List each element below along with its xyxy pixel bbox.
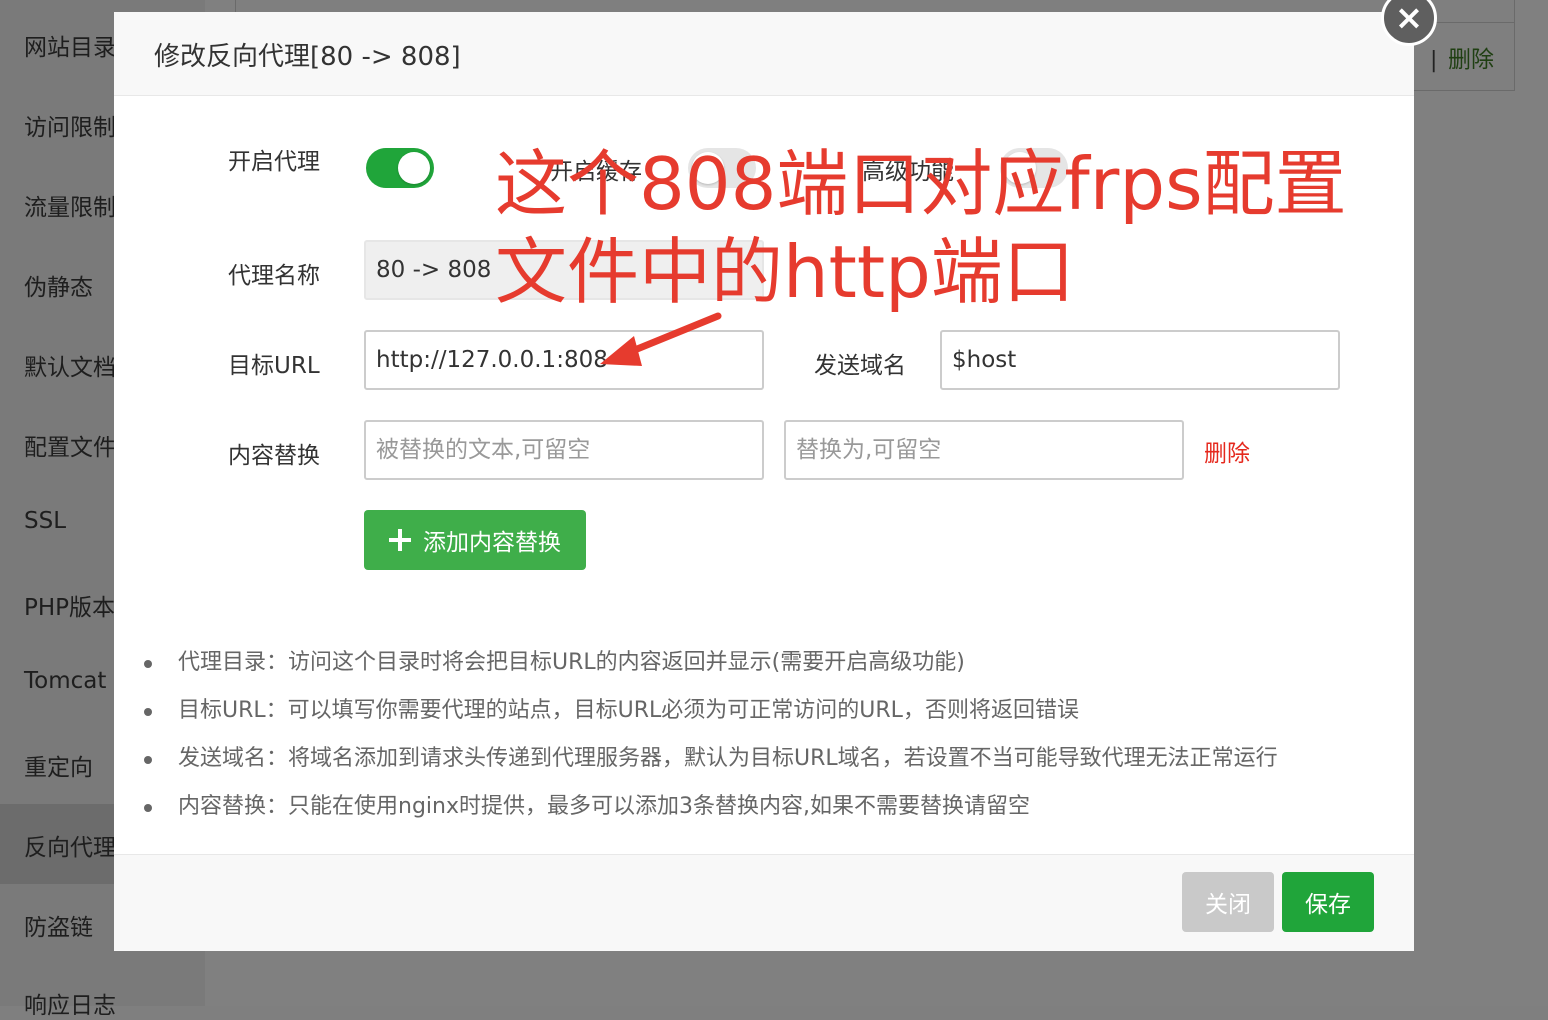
help-tips-list: 代理目录：访问这个目录时将会把目标URL的内容返回并显示(需要开启高级功能) 目… [144,647,1278,839]
modal-footer: 关闭 保存 [114,855,1414,951]
target-url-label: 目标URL [228,353,320,379]
sidebar-item-redirect[interactable]: 重定向 [24,748,93,782]
add-content-replace-label: 添加内容替换 [423,530,561,556]
sidebar-item-site-dir[interactable]: 网站目录 [24,28,116,62]
toggle-knob [398,152,430,184]
tip-text: 发送域名：将域名添加到请求头传递到代理服务器，默认为目标URL域名，若设置不当可… [178,746,1278,771]
sidebar-item-php-version[interactable]: PHP版本 [24,588,115,622]
sidebar-item-default-doc[interactable]: 默认文档 [24,348,116,382]
send-domain-input[interactable] [940,330,1340,390]
send-domain-label: 发送域名 [814,353,906,379]
proxy-name-label: 代理名称 [228,263,320,289]
annotation-line-2: 文件中的http端口 [495,230,1075,314]
close-button[interactable]: 关闭 [1182,872,1274,932]
bullet-dot [144,804,152,812]
replace-from-input[interactable] [364,420,764,480]
delete-replace-link[interactable]: 删除 [1204,434,1250,468]
tip-item: 代理目录：访问这个目录时将会把目标URL的内容返回并显示(需要开启高级功能) [144,647,1278,695]
table-delete-link[interactable]: 删除 [1448,40,1494,74]
enable-proxy-toggle[interactable] [366,148,434,188]
annotation-arrow-icon [600,312,722,366]
sidebar-item-traffic-limit[interactable]: 流量限制 [24,188,116,222]
save-button[interactable]: 保存 [1282,872,1374,932]
bullet-dot [144,660,152,668]
tip-item: 内容替换：只能在使用nginx时提供，最多可以添加3条替换内容,如果不需要替换请… [144,791,1278,839]
annotation-line-1: 这个808端口对应frps配置 [495,142,1347,226]
sidebar-item-reverse-proxy[interactable]: 反向代理 [24,828,116,862]
bullet-dot [144,708,152,716]
enable-proxy-label: 开启代理 [228,149,320,175]
modal-title: 修改反向代理[80 -> 808] [154,42,461,72]
sidebar-item-tomcat[interactable]: Tomcat [24,668,106,694]
plus-icon [389,529,411,551]
sidebar-item-hotlink-protection[interactable]: 防盗链 [24,908,93,942]
add-content-replace-button[interactable]: 添加内容替换 [364,510,586,570]
sidebar-item-rewrite[interactable]: 伪静态 [24,268,93,302]
sidebar-item-access-limit[interactable]: 访问限制 [24,108,116,142]
sidebar-item-ssl[interactable]: SSL [24,508,66,534]
content-replace-label: 内容替换 [228,443,320,469]
replace-to-input[interactable] [784,420,1184,480]
tip-item: 发送域名：将域名添加到请求头传递到代理服务器，默认为目标URL域名，若设置不当可… [144,743,1278,791]
tip-text: 目标URL：可以填写你需要代理的站点，目标URL必须为可正常访问的URL，否则将… [178,698,1079,723]
tip-item: 目标URL：可以填写你需要代理的站点，目标URL必须为可正常访问的URL，否则将… [144,695,1278,743]
tip-text: 内容替换：只能在使用nginx时提供，最多可以添加3条替换内容,如果不需要替换请… [178,794,1030,819]
sidebar-item-response-log[interactable]: 响应日志 [24,986,116,1020]
table-separator: | [1430,48,1438,73]
bullet-dot [144,756,152,764]
modal-header: 修改反向代理[80 -> 808] [114,12,1414,96]
sidebar-item-config-file[interactable]: 配置文件 [24,428,116,462]
tip-text: 代理目录：访问这个目录时将会把目标URL的内容返回并显示(需要开启高级功能) [178,650,965,675]
